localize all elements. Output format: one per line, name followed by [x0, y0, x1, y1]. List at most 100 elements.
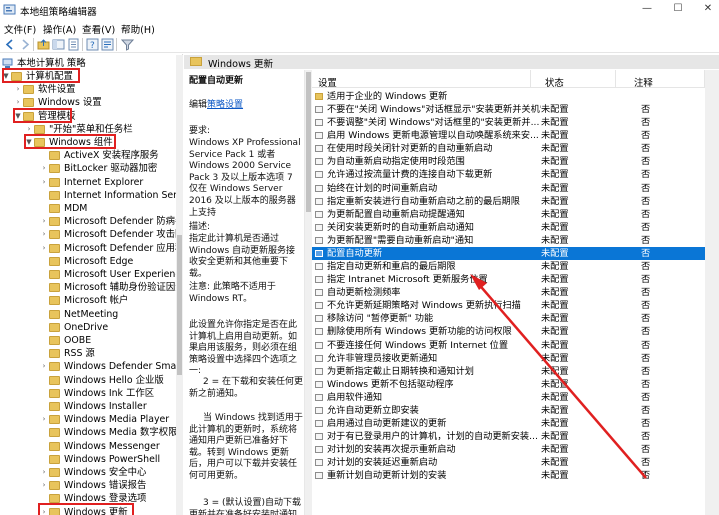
setting-row[interactable]: 为更新指定截止日期转换和通知计划 未配置 否 [312, 365, 705, 378]
tree-scrollbar[interactable] [176, 55, 183, 515]
setting-row[interactable]: 不允许更新延期策略对 Windows 更新执行扫描 未配置 否 [312, 299, 705, 312]
setting-row[interactable]: 启用 Windows 更新电源管理以自动唤醒系统来安... 未配置 否 [312, 129, 705, 142]
setting-state: 未配置 [541, 391, 569, 403]
selected-setting-row[interactable]: 配置自动更新 未配置 否 [312, 246, 705, 260]
setting-name: 为更新指定截止日期转换和通知计划 [327, 365, 474, 377]
collapsed-chevron-icon[interactable]: › [40, 176, 48, 189]
folder-icon [49, 190, 60, 200]
setting-state: 未配置 [541, 130, 569, 142]
setting-row[interactable]: 为更新配置自动重新启动提醒通知 未配置 否 [312, 208, 705, 221]
setting-row[interactable]: 对计划的安装再次提示重新启动 未配置 否 [312, 443, 705, 456]
menu-view[interactable]: 查看(V) [82, 22, 115, 36]
setting-row[interactable]: 指定自动更新和重启的最后期限 未配置 否 [312, 260, 705, 273]
tree-scroll-thumb[interactable] [177, 235, 182, 375]
setting-name: 启用通过自动更新建议的更新 [327, 418, 447, 429]
setting-name: 不要连接任何 Windows 更新 Internet 位置 [327, 339, 509, 351]
setting-state: 未配置 [541, 234, 569, 246]
policy-setting-icon [315, 367, 323, 375]
collapsed-chevron-icon[interactable]: › [40, 162, 48, 175]
collapsed-chevron-icon[interactable]: › [40, 360, 48, 373]
help-icon[interactable]: ? [86, 38, 99, 51]
setting-row[interactable]: 关闭安装更新时的自动重新启动通知 未配置 否 [312, 221, 705, 234]
setting-row[interactable]: 始终在计划的时间重新启动 未配置 否 [312, 182, 705, 195]
setting-row[interactable]: 为自动重新启动指定使用时段范围 未配置 否 [312, 155, 705, 168]
setting-row[interactable]: 不要调整"关闭 Windows"对话框里的"安装更新并... 未配置 否 [312, 116, 705, 129]
setting-row[interactable]: 移除访问 "暂停更新" 功能 未配置 否 [312, 312, 705, 325]
setting-state: 未配置 [541, 300, 569, 312]
collapsed-chevron-icon[interactable]: › [14, 83, 22, 96]
edit-policy-link[interactable]: 策略设置 [207, 100, 243, 110]
setting-row[interactable]: 允许非管理员接收更新通知 未配置 否 [312, 352, 705, 365]
setting-row[interactable]: 自动更新检测频率 未配置 否 [312, 286, 705, 299]
collapsed-chevron-icon[interactable]: › [40, 479, 48, 492]
properties-icon[interactable] [101, 38, 114, 51]
column-note[interactable]: 注释 [634, 75, 653, 89]
setting-state: 未配置 [541, 195, 569, 207]
setting-row[interactable]: 适用于企业的 Windows 更新 [312, 90, 705, 103]
list-scrollbar[interactable] [705, 70, 719, 515]
setting-state: 未配置 [541, 444, 569, 456]
setting-row[interactable]: 指定重新安装进行自动重新启动之前的最后期限 未配置 否 [312, 195, 705, 208]
tree-item-label: Windows Media Player [64, 414, 170, 426]
setting-state: 未配置 [541, 287, 569, 299]
setting-row[interactable]: Windows 更新不包括驱动程序 未配置 否 [312, 378, 705, 391]
setting-row[interactable]: 启用通过自动更新建议的更新 未配置 否 [312, 417, 705, 430]
policy-setting-icon [315, 210, 323, 218]
minimize-icon[interactable]: — [640, 2, 654, 16]
setting-row[interactable]: 对于有已登录用户的计算机，计划的自动更新安装... 未配置 否 [312, 430, 705, 443]
collapsed-chevron-icon[interactable]: › [40, 242, 48, 255]
folder-icon [49, 204, 60, 213]
setting-row[interactable]: 为更新配置"需要自动重新启动"通知 未配置 否 [312, 234, 705, 247]
collapsed-chevron-icon[interactable]: › [40, 466, 48, 479]
setting-row[interactable]: 不要连接任何 Windows 更新 Internet 位置 未配置 否 [312, 339, 705, 352]
setting-state: 未配置 [541, 274, 569, 286]
setting-note: 否 [641, 182, 651, 194]
menu-file[interactable]: 文件(F) [4, 22, 36, 36]
setting-row[interactable]: 在使用时段关闭针对更新的自动重新启动 未配置 否 [312, 142, 705, 155]
window-title: 本地组策略编辑器 [20, 7, 97, 18]
folder-icon [315, 93, 323, 100]
back-icon[interactable] [4, 38, 17, 51]
folder-icon [49, 415, 60, 425]
tree-item-label: Microsoft 帐户 [64, 295, 129, 307]
tree-item-label: Windows PowerShell [64, 453, 161, 465]
setting-row[interactable]: 重新计划自动更新计划的安装 未配置 否 [312, 469, 705, 482]
tree-item-label: Internet Information Servic [64, 189, 183, 201]
folder-icon [49, 441, 60, 451]
policy-setting-icon [315, 236, 323, 244]
description-scroll-thumb[interactable] [306, 72, 311, 212]
setting-row[interactable]: 对计划的安装延迟重新启动 未配置 否 [312, 456, 705, 469]
content-header-title: Windows 更新 [208, 59, 274, 70]
forward-icon[interactable] [18, 38, 31, 51]
collapsed-chevron-icon[interactable]: › [40, 413, 48, 426]
tree-item-label: NetMeeting [64, 308, 119, 320]
column-state[interactable]: 状态 [545, 75, 564, 89]
description-scrollbar[interactable] [305, 70, 312, 515]
setting-row[interactable]: 允许自动更新立即安装 未配置 否 [312, 404, 705, 417]
requirement-text: Windows XP Professional Service Pack 1 或… [189, 138, 301, 218]
folder-icon [49, 256, 60, 266]
setting-name: 为更新配置"需要自动重新启动"通知 [327, 234, 474, 246]
setting-row[interactable]: 启用软件通知 未配置 否 [312, 391, 705, 404]
export-list-icon[interactable] [67, 38, 80, 51]
tree-item-label: Windows Media 数字权限管 [64, 427, 183, 439]
close-icon[interactable]: ✕ [701, 2, 715, 16]
setting-state: 未配置 [541, 117, 569, 129]
maximize-icon[interactable]: ☐ [671, 2, 685, 16]
show-tree-icon[interactable] [52, 38, 65, 51]
setting-row[interactable]: 允许通过按流量计费的连接自动下载更新 未配置 否 [312, 168, 705, 181]
setting-row[interactable]: 指定 Intranet Microsoft 更新服务位置 未配置 否 [312, 273, 705, 286]
setting-row[interactable]: 不要在"关闭 Windows"对话框显示"安装更新并关机" 未配置 否 [312, 103, 705, 116]
filter-icon[interactable] [121, 38, 134, 51]
setting-row[interactable]: 删除使用所有 Windows 更新功能的访问权限 未配置 否 [312, 325, 705, 338]
collapsed-chevron-icon[interactable]: › [40, 215, 48, 228]
menu-help[interactable]: 帮助(H) [121, 22, 155, 36]
collapsed-chevron-icon[interactable]: › [40, 228, 48, 241]
column-setting[interactable]: 设置 [318, 75, 337, 89]
setting-state: 未配置 [541, 313, 569, 325]
menu-action[interactable]: 操作(A) [43, 22, 76, 36]
setting-note: 否 [641, 313, 651, 325]
tree-item-label: Microsoft Defender 防病毒 [64, 216, 183, 228]
tree-item-label: Microsoft 辅助身份验证因素 [64, 282, 183, 294]
up-folder-icon[interactable] [37, 38, 50, 51]
